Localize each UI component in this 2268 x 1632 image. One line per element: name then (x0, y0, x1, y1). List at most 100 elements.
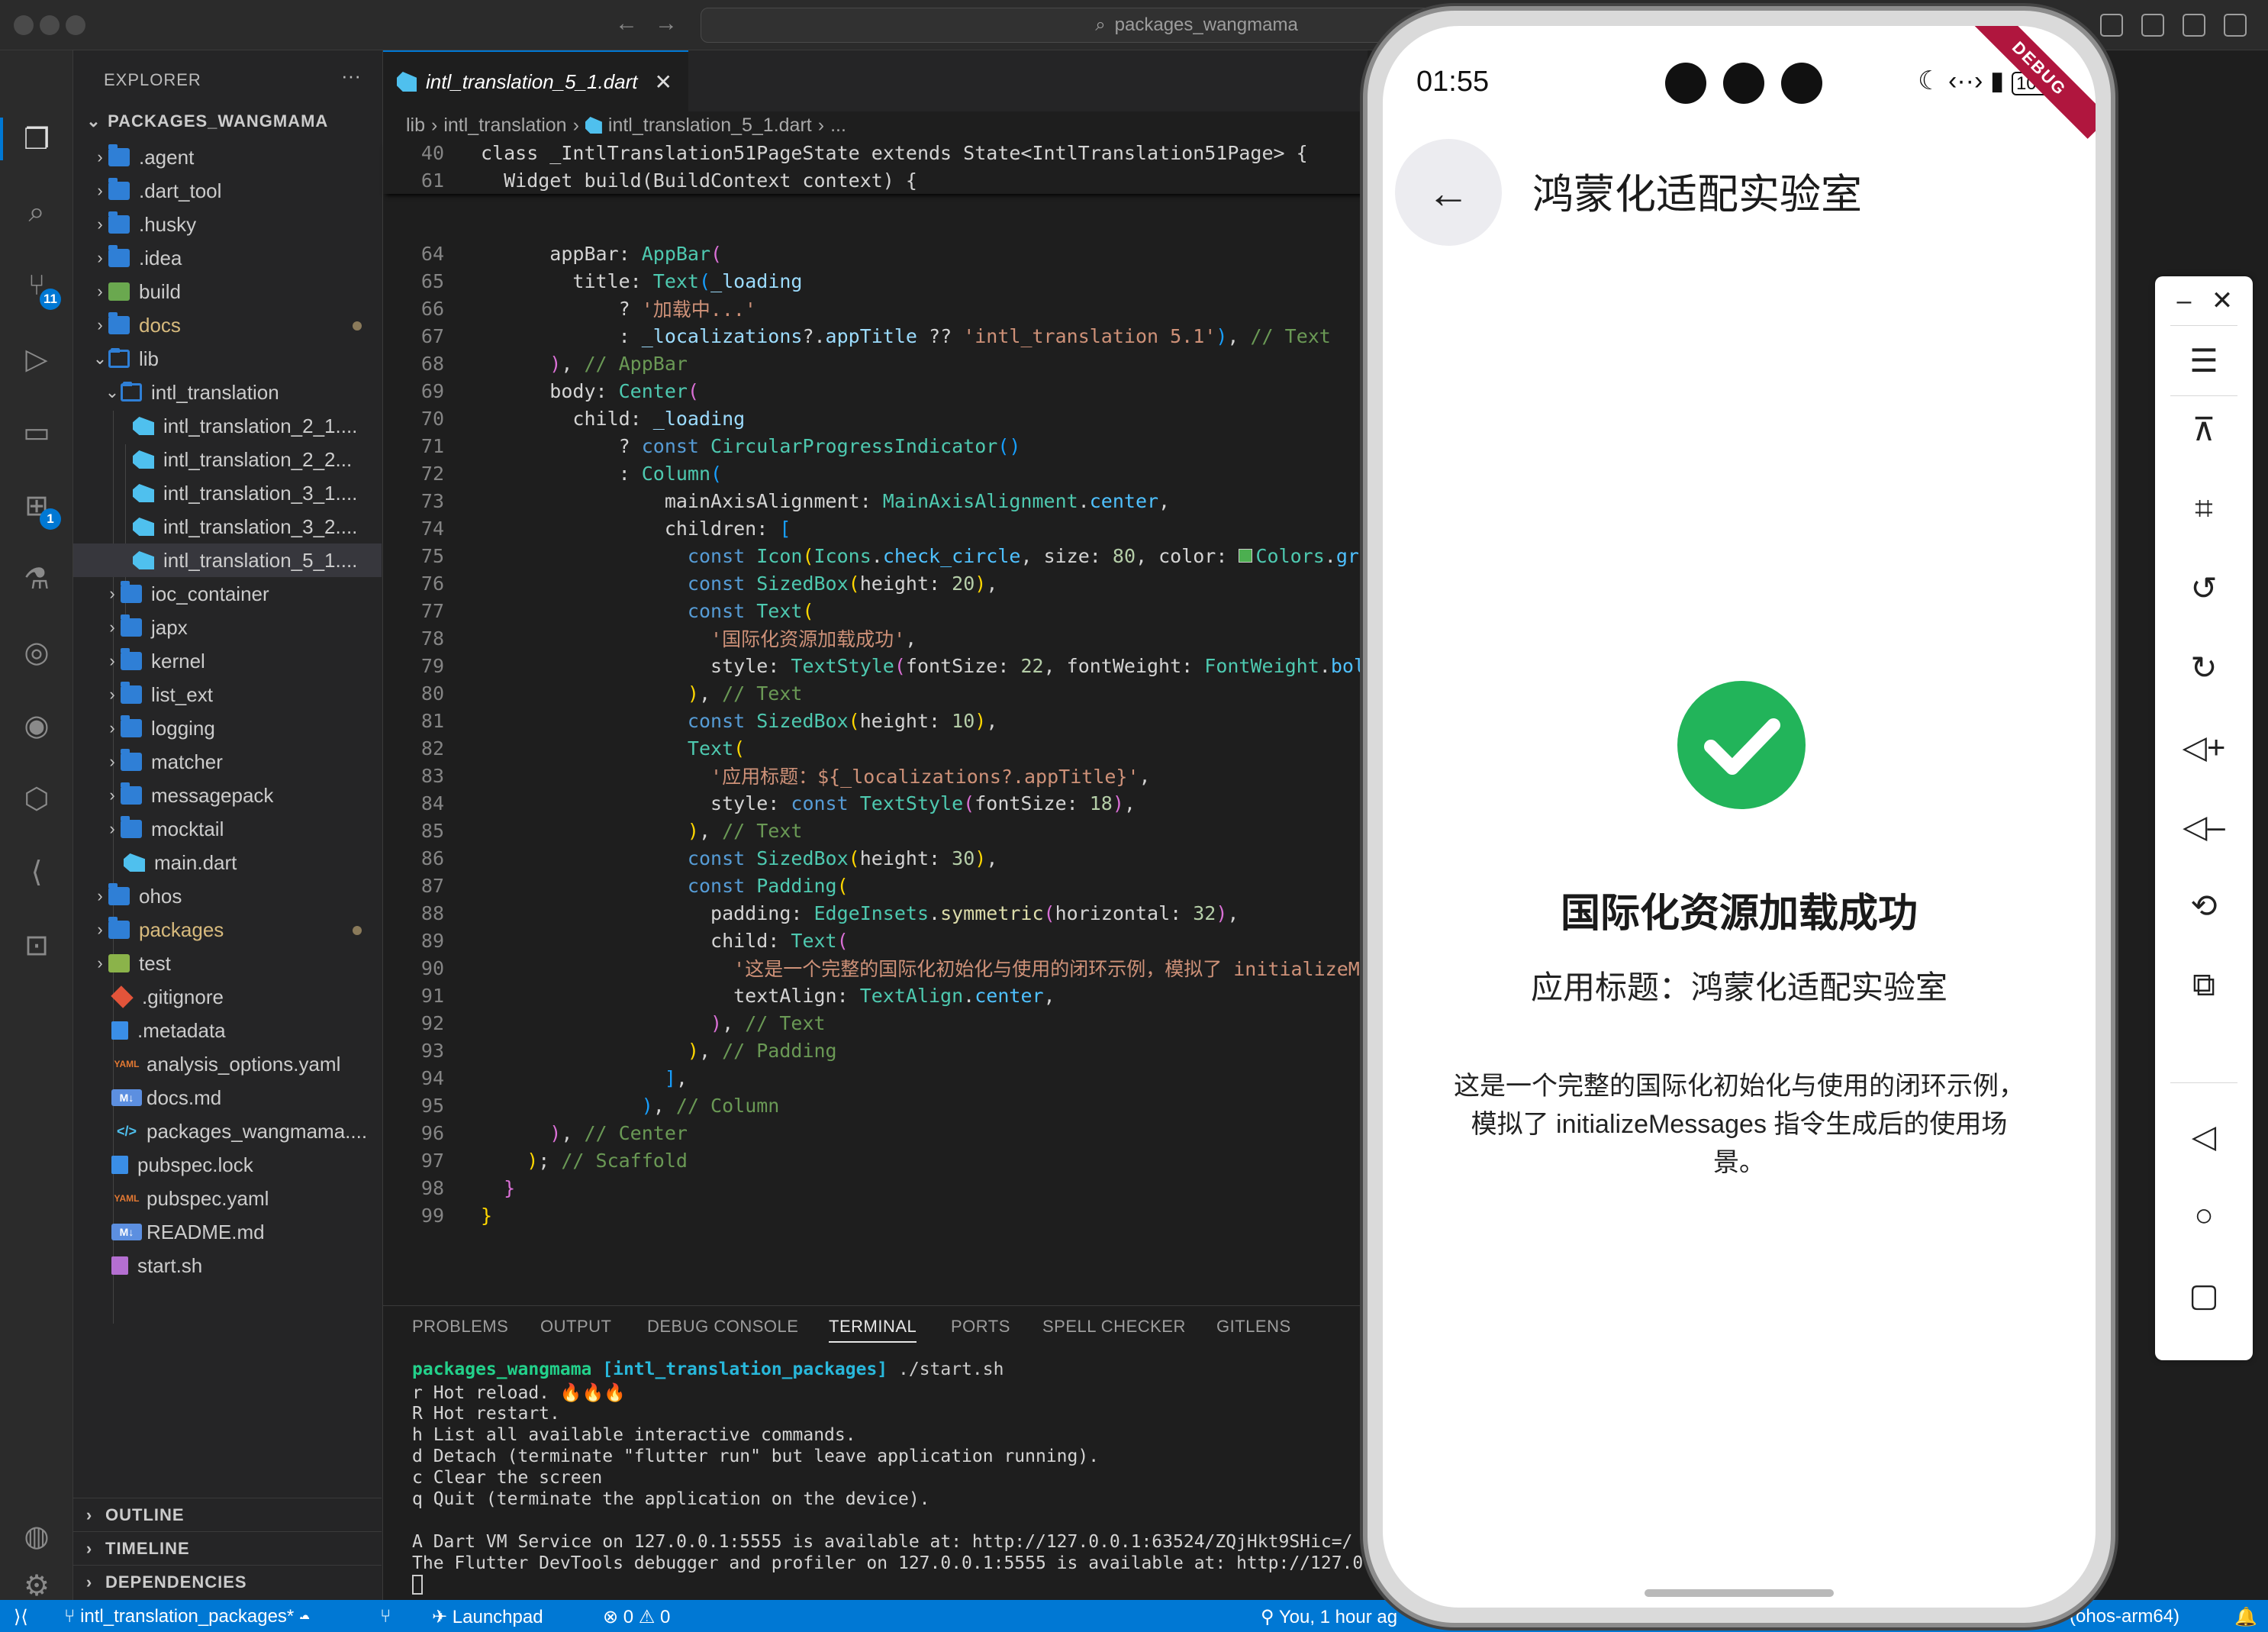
tree-folder-messagepack[interactable]: › messagepack (73, 779, 382, 812)
breadcrumb-item[interactable]: intl_translation (443, 114, 566, 137)
home-circle-icon[interactable]: ○ (2181, 1192, 2227, 1238)
containers-icon[interactable]: ⬡ (17, 779, 56, 818)
volume-up-icon[interactable]: ◁+ (2181, 724, 2227, 769)
run-debug-icon[interactable]: ▷ (17, 339, 56, 379)
problems-item[interactable]: ⊗ 0 ⚠ 0 (603, 1606, 670, 1628)
toggle-panel-icon[interactable] (2183, 14, 2205, 37)
tree-file-intl-2-2[interactable]: intl_translation_2_2... (73, 443, 382, 476)
forward-arrow-icon[interactable]: → (655, 11, 678, 37)
tab-output[interactable]: OUTPUT (540, 1317, 611, 1337)
pin-top-icon[interactable]: ⊼ (2181, 406, 2227, 452)
launchpad-item[interactable]: ✈ Launchpad (432, 1606, 543, 1628)
tree-file-analysis-options[interactable]: YAML analysis_options.yaml (73, 1047, 382, 1081)
tree-file-metadata[interactable]: .metadata (73, 1014, 382, 1047)
back-button[interactable]: ← (1395, 139, 1502, 246)
home-indicator[interactable] (1645, 1589, 1834, 1597)
tree-file-intl-2-1[interactable]: intl_translation_2_1.... (73, 409, 382, 443)
breadcrumb-item[interactable]: lib (406, 114, 425, 137)
tree-file-start-sh[interactable]: start.sh (73, 1249, 382, 1282)
editor-tab-active[interactable]: intl_translation_5_1.dart ✕ (383, 50, 688, 111)
tree-folder-ohos[interactable]: › ohos (73, 879, 382, 913)
tree-folder-intl-translation[interactable]: ⌄ intl_translation (73, 376, 382, 409)
tree-file-docs-md[interactable]: M↓ docs.md (73, 1081, 382, 1114)
timeline-section[interactable]: › TIMELINE (73, 1531, 382, 1565)
close-icon[interactable]: ✕ (2204, 278, 2241, 324)
remote-explorer-icon[interactable]: ▭ (17, 412, 56, 452)
tree-folder-lib[interactable]: ⌄ lib (73, 342, 382, 376)
tree-file-intl-3-2[interactable]: intl_translation_3_2.... (73, 510, 382, 543)
project-root[interactable]: ⌄ PACKAGES_WANGMAMA (85, 111, 328, 131)
tree-folder-husky[interactable]: › .husky (73, 208, 382, 241)
back-arrow-icon[interactable]: ← (615, 11, 638, 37)
tree-folder-kernel[interactable]: › kernel (73, 644, 382, 678)
extensions-icon[interactable]: ⊞ 1 (17, 485, 61, 530)
search-icon[interactable]: ⌕ (17, 192, 56, 232)
tree-file-gitignore[interactable]: .gitignore (73, 980, 382, 1014)
recents-square-icon[interactable]: ▢ (2181, 1272, 2227, 1318)
volume-down-icon[interactable]: ◁– (2181, 803, 2227, 849)
maximize-window-button[interactable] (66, 15, 85, 35)
testing-icon[interactable]: ⚗ (17, 559, 56, 598)
tree-folder-docs[interactable]: › docs (73, 308, 382, 342)
toggle-secondary-sidebar-icon[interactable] (2224, 14, 2247, 37)
explorer-icon[interactable]: ❐ (17, 119, 56, 159)
inspect-icon[interactable]: ⊡ (17, 925, 56, 965)
tree-folder-packages[interactable]: › packages (73, 913, 382, 947)
gitlens-icon[interactable]: ◉ (17, 705, 56, 745)
tab-ports[interactable]: PORTS (951, 1317, 1010, 1337)
remote-icon[interactable]: ⟩⟨ (14, 1606, 28, 1628)
tab-terminal[interactable]: TERMINAL (829, 1317, 917, 1343)
tree-file-intl-5-1[interactable]: intl_translation_5_1.... (73, 543, 382, 577)
tree-folder-list-ext[interactable]: › list_ext (73, 678, 382, 711)
back-triangle-icon[interactable]: ◁ (2181, 1113, 2227, 1159)
tab-gitlens[interactable]: GITLENS (1216, 1317, 1291, 1337)
settings-gear-icon[interactable]: ⚙ (17, 1568, 56, 1603)
rotate-right-icon[interactable]: ↻ (2181, 644, 2227, 690)
tree-file-main-dart[interactable]: main.dart (73, 846, 382, 879)
screen-capture-icon[interactable]: ⧉ (2181, 962, 2227, 1008)
tab-problems[interactable]: PROBLEMS (412, 1317, 508, 1337)
close-tab-icon[interactable]: ✕ (655, 69, 672, 95)
tree-file-pubspec-lock[interactable]: pubspec.lock (73, 1148, 382, 1182)
dependencies-section[interactable]: › DEPENDENCIES (73, 1565, 382, 1598)
minimize-window-button[interactable] (40, 15, 60, 35)
tab-debug-console[interactable]: DEBUG CONSOLE (647, 1317, 798, 1337)
device-item[interactable]: (ohos-arm64) (2070, 1606, 2179, 1627)
branch-item[interactable]: ⑂ intl_translation_packages* ☁ (64, 1606, 310, 1627)
tree-folder-idea[interactable]: › .idea (73, 241, 382, 275)
tree-folder-mocktail[interactable]: › mocktail (73, 812, 382, 846)
more-actions-icon[interactable]: ··· (341, 64, 361, 88)
tree-folder-build[interactable]: › build (73, 275, 382, 308)
source-control-icon[interactable]: ⑂ 11 (17, 266, 61, 310)
git-graph-icon[interactable]: ◎ (17, 632, 56, 672)
sticky-scroll[interactable]: 40 class _IntlTranslation51PageState exte… (383, 139, 1368, 194)
menu-icon[interactable]: ☰ (2181, 337, 2227, 383)
tree-file-packages-xml[interactable]: </> packages_wangmama.... (73, 1114, 382, 1148)
tree-file-pubspec-yaml[interactable]: YAML pubspec.yaml (73, 1182, 382, 1215)
tree-file-intl-3-1[interactable]: intl_translation_3_1.... (73, 476, 382, 510)
notifications-bell-icon[interactable]: 🔔 (2234, 1606, 2257, 1628)
rotate-device-icon[interactable]: ⟲ (2181, 882, 2227, 928)
tree-folder-logging[interactable]: › logging (73, 711, 382, 745)
tab-spell-checker[interactable]: SPELL CHECKER (1042, 1317, 1186, 1337)
close-window-button[interactable] (14, 15, 34, 35)
breadcrumb-item[interactable]: intl_translation_5_1.dart (608, 114, 812, 137)
minimize-icon[interactable]: – (2166, 278, 2202, 324)
crop-screenshot-icon[interactable]: ⌗ (2181, 485, 2227, 531)
flutter-icon[interactable]: ⟨ (17, 852, 56, 892)
tree-folder-ioc-container[interactable]: › ioc_container (73, 577, 382, 611)
toggle-sidebar-icon[interactable] (2141, 14, 2164, 37)
phone-screen[interactable]: 01:55 ☾ ‹··› ▮ 100 DEBUG ← 鸿蒙化适配实验室 国际化资… (1383, 26, 2096, 1608)
rotate-left-icon[interactable]: ↺ (2181, 565, 2227, 611)
tree-file-readme[interactable]: M↓ README.md (73, 1215, 382, 1249)
tree-folder-test[interactable]: › test (73, 947, 382, 980)
tree-folder-japx[interactable]: › japx (73, 611, 382, 644)
tree-folder-dart-tool[interactable]: › .dart_tool (73, 174, 382, 208)
outline-section[interactable]: › OUTLINE (73, 1498, 382, 1531)
accounts-icon[interactable]: ◍ (17, 1516, 56, 1556)
tree-folder-agent[interactable]: › .agent (73, 140, 382, 174)
git-graph-status-icon[interactable]: ⑂ (380, 1606, 391, 1627)
layout-icon[interactable] (2100, 14, 2123, 37)
git-blame-item[interactable]: ⚲ You, 1 hour ag (1261, 1606, 1397, 1628)
breadcrumb-item[interactable]: ... (830, 114, 846, 137)
